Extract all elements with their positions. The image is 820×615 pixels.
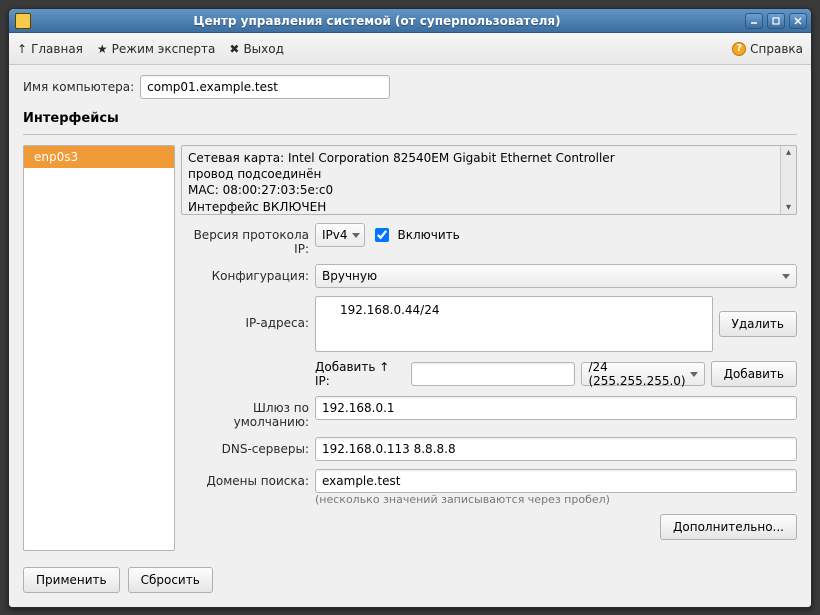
gateway-input[interactable] — [315, 396, 797, 420]
netmask-select[interactable]: /24 (255.255.255.0) — [581, 362, 704, 386]
add-ip-label: Добавить ↑ IP: — [315, 360, 405, 388]
search-domains-input[interactable] — [315, 469, 797, 493]
hostname-label: Имя компьютера: — [23, 80, 134, 94]
star-icon: ★ — [97, 42, 108, 56]
search-hint: (несколько значений записываются через п… — [315, 493, 797, 506]
chevron-down-icon — [782, 274, 790, 279]
scroll-down-icon[interactable]: ▾ — [786, 201, 791, 214]
exit-button[interactable]: ✖ Выход — [229, 42, 284, 56]
advanced-button[interactable]: Дополнительно... — [660, 514, 797, 540]
config-select[interactable]: Вручную — [315, 264, 797, 288]
proto-selected: IPv4 — [322, 228, 348, 242]
interface-list[interactable]: enp0s3 — [23, 145, 175, 551]
hostname-input[interactable] — [140, 75, 390, 99]
apply-button[interactable]: Применить — [23, 567, 120, 593]
netmask-selected: /24 (255.255.255.0) — [588, 360, 685, 388]
close-button[interactable] — [789, 13, 807, 29]
home-button[interactable]: ↑ Главная — [17, 42, 83, 56]
dns-label: DNS-серверы: — [181, 437, 309, 456]
minimize-button[interactable] — [745, 13, 763, 29]
enable-checkbox[interactable] — [375, 228, 389, 242]
add-ip-input[interactable] — [411, 362, 575, 386]
arrow-up-icon: ↑ — [17, 42, 27, 56]
home-label: Главная — [31, 42, 83, 56]
add-ip-button[interactable]: Добавить — [711, 361, 797, 387]
proto-select[interactable]: IPv4 — [315, 223, 365, 247]
window-title: Центр управления системой (от суперпольз… — [9, 14, 745, 28]
ips-label: IP-адреса: — [181, 296, 309, 330]
scroll-up-icon[interactable]: ▴ — [786, 146, 791, 159]
delete-ip-button[interactable]: Удалить — [719, 311, 798, 337]
interfaces-title: Интерфейсы — [23, 111, 797, 126]
info-mac: MAC: 08:00:27:03:5e:c0 — [188, 182, 774, 198]
exit-icon: ✖ — [229, 42, 239, 56]
info-nic: Сетевая карта: Intel Corporation 82540EM… — [188, 150, 774, 166]
search-label: Домены поиска: — [181, 469, 309, 488]
info-state: Интерфейс ВКЛЮЧЕН — [188, 199, 774, 214]
info-wire: провод подсоединён — [188, 166, 774, 182]
titlebar: Центр управления системой (от суперпольз… — [9, 9, 811, 33]
dns-input[interactable] — [315, 437, 797, 461]
help-button[interactable]: ? Справка — [732, 42, 803, 56]
maximize-button[interactable] — [767, 13, 785, 29]
ip-entry[interactable]: 192.168.0.44/24 — [316, 301, 712, 319]
proto-label: Версия протокола IP: — [181, 223, 309, 256]
chevron-down-icon — [352, 233, 360, 238]
help-label: Справка — [750, 42, 803, 56]
enable-label: Включить — [398, 228, 460, 242]
config-selected: Вручную — [322, 269, 377, 283]
reset-button[interactable]: Сбросить — [128, 567, 213, 593]
interface-item-label: enp0s3 — [34, 150, 78, 164]
interface-info-box: Сетевая карта: Intel Corporation 82540EM… — [181, 145, 797, 215]
exit-label: Выход — [243, 42, 283, 56]
expert-mode-button[interactable]: ★ Режим эксперта — [97, 42, 215, 56]
chevron-down-icon — [690, 372, 698, 377]
separator — [23, 134, 797, 135]
scrollbar[interactable]: ▴ ▾ — [780, 146, 796, 214]
expert-label: Режим эксперта — [112, 42, 216, 56]
ip-list[interactable]: 192.168.0.44/24 — [315, 296, 713, 352]
toolbar: ↑ Главная ★ Режим эксперта ✖ Выход ? Спр… — [9, 33, 811, 65]
interface-item[interactable]: enp0s3 — [24, 146, 174, 168]
config-label: Конфигурация: — [181, 264, 309, 283]
help-icon: ? — [732, 42, 746, 56]
gateway-label: Шлюз по умолчанию: — [181, 396, 309, 429]
